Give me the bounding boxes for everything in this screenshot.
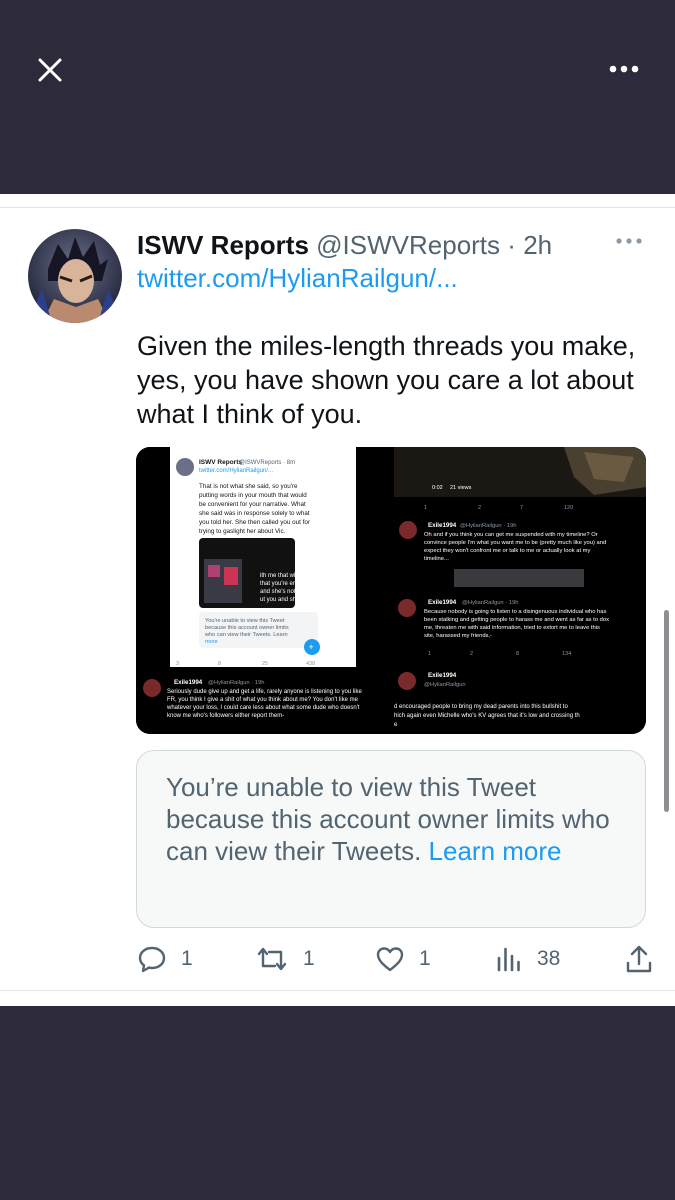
screenshot-text-line: you told her. She then called you out fo… bbox=[199, 519, 310, 526]
more-horizontal-icon bbox=[616, 238, 642, 244]
quoted-tweet-unavailable[interactable]: You’re unable to view this Tweet because… bbox=[136, 750, 646, 928]
svg-text:+: + bbox=[309, 642, 314, 652]
svg-text:Seriously dude give up and get: Seriously dude give up and get a life, r… bbox=[166, 689, 363, 719]
svg-text:1 2 7: 1 2 7 120 bbox=[424, 505, 573, 511]
handle[interactable]: @ISWVReports bbox=[316, 230, 500, 260]
media-image-1[interactable]: ISWV Reports @ISWVReports · 8m twitter.c… bbox=[136, 447, 387, 734]
screenshot-text-line: be convenient for your narrative. What bbox=[199, 501, 306, 508]
tweet-card: ISWV Reports @ISWVReports · 2h twitter.c… bbox=[0, 194, 675, 1006]
share-button[interactable] bbox=[624, 942, 668, 976]
media-image-2[interactable]: 0:02 21 views 1 2 7 120 Exile1994 @Hylia… bbox=[394, 447, 646, 587]
svg-text:@HylianRailgun · 19h: @HylianRailgun · 19h bbox=[208, 680, 264, 686]
like-count: 1 bbox=[419, 947, 431, 970]
screenshot-meta: @ISWVReports · 8m bbox=[239, 460, 295, 466]
media-grid: ISWV Reports @ISWVReports · 8m twitter.c… bbox=[136, 447, 646, 734]
like-button[interactable]: 1 bbox=[375, 942, 431, 976]
separator: · bbox=[507, 230, 516, 260]
learn-more-link[interactable]: Learn more bbox=[429, 836, 562, 866]
share-icon bbox=[626, 945, 652, 973]
retweet-count: 1 bbox=[303, 947, 315, 970]
more-options-button[interactable] bbox=[604, 54, 644, 84]
media-image-3[interactable]: Exile1994 @HylianRailgun · 19h Because n… bbox=[394, 593, 646, 734]
avatar bbox=[176, 458, 194, 476]
svg-text:21 views: 21 views bbox=[450, 485, 472, 491]
retweet-button[interactable]: 1 bbox=[255, 942, 315, 976]
screenshot-name: ISWV Reports bbox=[199, 459, 242, 466]
reply-icon bbox=[138, 946, 166, 973]
svg-text:d encouraged people to bring m: d encouraged people to bring my dead par… bbox=[394, 704, 581, 728]
svg-text:Exile1994: Exile1994 bbox=[428, 522, 457, 529]
svg-text:Exile1994: Exile1994 bbox=[428, 672, 457, 679]
reply-button[interactable]: 1 bbox=[137, 942, 193, 976]
close-button[interactable] bbox=[30, 50, 70, 90]
retweet-icon bbox=[257, 947, 287, 971]
reply-count: 1 bbox=[181, 947, 193, 970]
svg-text:Exile1994: Exile1994 bbox=[428, 599, 457, 606]
svg-text:Oh and if you think you can ge: Oh and if you think you can get me suspe… bbox=[424, 532, 608, 562]
viewer-top-bar bbox=[0, 0, 675, 194]
screenshot-link: twitter.com/HylianRailgun/... bbox=[199, 468, 273, 474]
views-count: 38 bbox=[537, 947, 561, 970]
svg-text:@HylianRailgun · 19h: @HylianRailgun · 19h bbox=[462, 600, 518, 606]
unavailable-message: You’re unable to view this Tweet because… bbox=[166, 771, 616, 867]
tweet-link[interactable]: twitter.com/HylianRailgun/... bbox=[137, 262, 458, 294]
tweet-header: ISWV Reports @ISWVReports · 2h bbox=[137, 229, 607, 261]
avatar[interactable] bbox=[28, 229, 122, 323]
more-horizontal-icon bbox=[609, 65, 639, 73]
tweet-text: Given the miles-length threads you make,… bbox=[137, 331, 636, 429]
tweet-more-button[interactable] bbox=[614, 234, 644, 248]
svg-text:0:02: 0:02 bbox=[432, 485, 443, 491]
tweet-actions: 1 1 1 38 bbox=[0, 942, 675, 976]
screenshot-text-line: trying to gaslight her about Vic. bbox=[199, 528, 286, 535]
svg-text:@HylianRailgun: @HylianRailgun bbox=[424, 682, 466, 688]
divider bbox=[0, 990, 675, 991]
screenshot-text-line: putting words in your mouth that would bbox=[199, 492, 307, 499]
heart-icon bbox=[376, 947, 404, 972]
views-chart-icon bbox=[497, 947, 520, 972]
screenshot-text-line: That is not what she said, so you're bbox=[199, 483, 298, 490]
svg-text:1 2 8: 1 2 8 134 bbox=[428, 651, 571, 657]
timestamp[interactable]: 2h bbox=[523, 230, 552, 260]
svg-text:@HylianRailgun · 19h: @HylianRailgun · 19h bbox=[460, 523, 516, 529]
scrollbar[interactable] bbox=[664, 610, 669, 812]
viewer-bottom-bar bbox=[0, 1006, 675, 1200]
divider bbox=[0, 207, 675, 208]
close-icon bbox=[38, 58, 62, 82]
svg-text:Because nobody is going to lis: Because nobody is going to listen to a d… bbox=[424, 609, 611, 639]
views-button[interactable]: 38 bbox=[495, 942, 560, 976]
display-name[interactable]: ISWV Reports bbox=[137, 230, 309, 260]
svg-text:Exile1994: Exile1994 bbox=[174, 679, 203, 686]
screenshot-text-line: she said was in response solely to what bbox=[199, 510, 310, 517]
